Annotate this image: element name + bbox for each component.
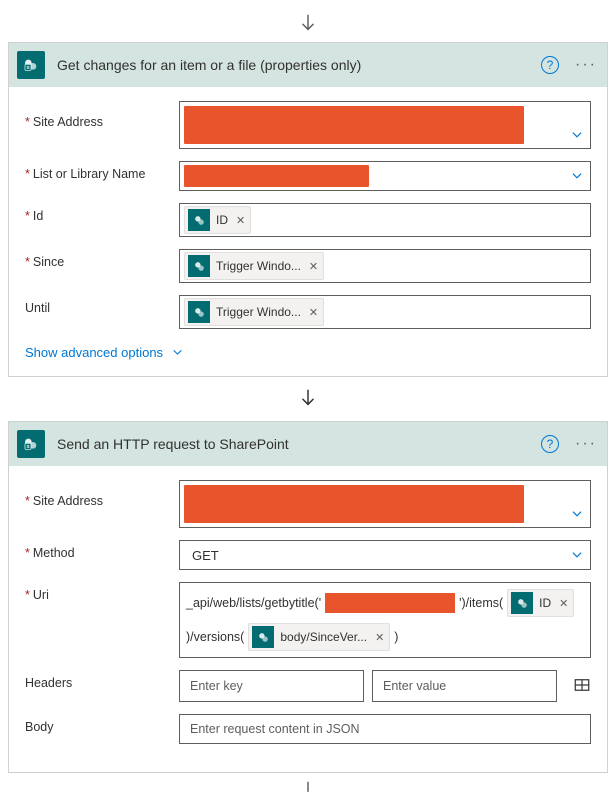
- token-trigger-window-end[interactable]: Trigger Windo... ✕: [184, 298, 324, 326]
- chevron-down-icon[interactable]: [570, 481, 584, 527]
- row-list-library: *List or Library Name: [25, 161, 591, 191]
- row-headers: Headers Enter key Enter value: [25, 670, 591, 702]
- input-body[interactable]: [179, 714, 591, 744]
- input-uri[interactable]: _api/web/lists/getbytitle(' ')/items( ID…: [179, 582, 591, 658]
- label-method: Method: [33, 546, 75, 560]
- chevron-down-icon[interactable]: [570, 162, 584, 190]
- label-uri: Uri: [33, 588, 49, 602]
- switch-to-text-mode-icon[interactable]: [573, 676, 591, 697]
- action-card-http-request: S Send an HTTP request to SharePoint ? ·…: [8, 421, 608, 773]
- token-remove-icon[interactable]: ✕: [373, 631, 386, 644]
- input-id[interactable]: ID ✕: [179, 203, 591, 237]
- label-id: Id: [33, 209, 43, 223]
- row-site-address-2: *Site Address: [25, 480, 591, 528]
- chevron-down-icon[interactable]: [570, 541, 584, 569]
- input-site-address[interactable]: [179, 101, 591, 149]
- redacted-value: [325, 593, 455, 613]
- card-title: Get changes for an item or a file (prope…: [57, 57, 541, 73]
- input-site-address[interactable]: [179, 480, 591, 528]
- more-menu-icon[interactable]: ···: [573, 435, 599, 453]
- sharepoint-icon: S: [17, 430, 45, 458]
- token-since-version[interactable]: body/SinceVer... ✕: [248, 623, 390, 651]
- row-until: Until Trigger Windo... ✕: [25, 295, 591, 329]
- card-header[interactable]: S Send an HTTP request to SharePoint ? ·…: [9, 422, 607, 466]
- label-until: Until: [25, 301, 50, 315]
- input-list-library[interactable]: [179, 161, 591, 191]
- label-list-library: List or Library Name: [33, 167, 146, 181]
- label-site-address: Site Address: [33, 494, 103, 508]
- input-until[interactable]: Trigger Windo... ✕: [179, 295, 591, 329]
- method-value: GET: [184, 548, 219, 563]
- redacted-value: [184, 106, 524, 144]
- card-title: Send an HTTP request to SharePoint: [57, 436, 541, 452]
- chevron-down-icon: [171, 346, 184, 359]
- row-uri: *Uri _api/web/lists/getbytitle(' ')/item…: [25, 582, 591, 658]
- sharepoint-icon: [188, 255, 210, 277]
- flow-arrow-top: [8, 12, 608, 36]
- more-menu-icon[interactable]: ···: [573, 56, 599, 74]
- flow-arrow-middle: [8, 387, 608, 411]
- sharepoint-icon: S: [17, 51, 45, 79]
- row-method: *Method GET: [25, 540, 591, 570]
- body-text-input[interactable]: [184, 717, 586, 741]
- chevron-down-icon[interactable]: [570, 102, 584, 148]
- row-body: Body: [25, 714, 591, 744]
- action-card-get-changes: S Get changes for an item or a file (pro…: [8, 42, 608, 377]
- token-trigger-window-start[interactable]: Trigger Windo... ✕: [184, 252, 324, 280]
- redacted-value: [184, 165, 369, 187]
- label-site-address: Site Address: [33, 115, 103, 129]
- token-id[interactable]: ID ✕: [507, 589, 574, 617]
- card-header[interactable]: S Get changes for an item or a file (pro…: [9, 43, 607, 87]
- header-key-input[interactable]: Enter key: [179, 670, 364, 702]
- header-value-input[interactable]: Enter value: [372, 670, 557, 702]
- flow-arrow-bottom: [8, 779, 608, 795]
- label-headers: Headers: [25, 676, 72, 690]
- input-since[interactable]: Trigger Windo... ✕: [179, 249, 591, 283]
- row-id: *Id ID ✕: [25, 203, 591, 237]
- help-icon[interactable]: ?: [541, 56, 559, 74]
- redacted-value: [184, 485, 524, 523]
- svg-text:S: S: [26, 65, 29, 70]
- token-remove-icon[interactable]: ✕: [307, 260, 320, 273]
- select-method[interactable]: GET: [179, 540, 591, 570]
- svg-text:S: S: [26, 444, 29, 449]
- label-body: Body: [25, 720, 54, 734]
- token-remove-icon[interactable]: ✕: [234, 214, 247, 227]
- token-remove-icon[interactable]: ✕: [557, 597, 570, 610]
- row-since: *Since Trigger Windo... ✕: [25, 249, 591, 283]
- row-site-address: *Site Address: [25, 101, 591, 149]
- token-id[interactable]: ID ✕: [184, 206, 251, 234]
- sharepoint-icon: [511, 592, 533, 614]
- show-advanced-options-toggle[interactable]: Show advanced options: [25, 345, 184, 360]
- label-since: Since: [33, 255, 64, 269]
- help-icon[interactable]: ?: [541, 435, 559, 453]
- sharepoint-icon: [188, 209, 210, 231]
- token-remove-icon[interactable]: ✕: [307, 306, 320, 319]
- sharepoint-icon: [252, 626, 274, 648]
- sharepoint-icon: [188, 301, 210, 323]
